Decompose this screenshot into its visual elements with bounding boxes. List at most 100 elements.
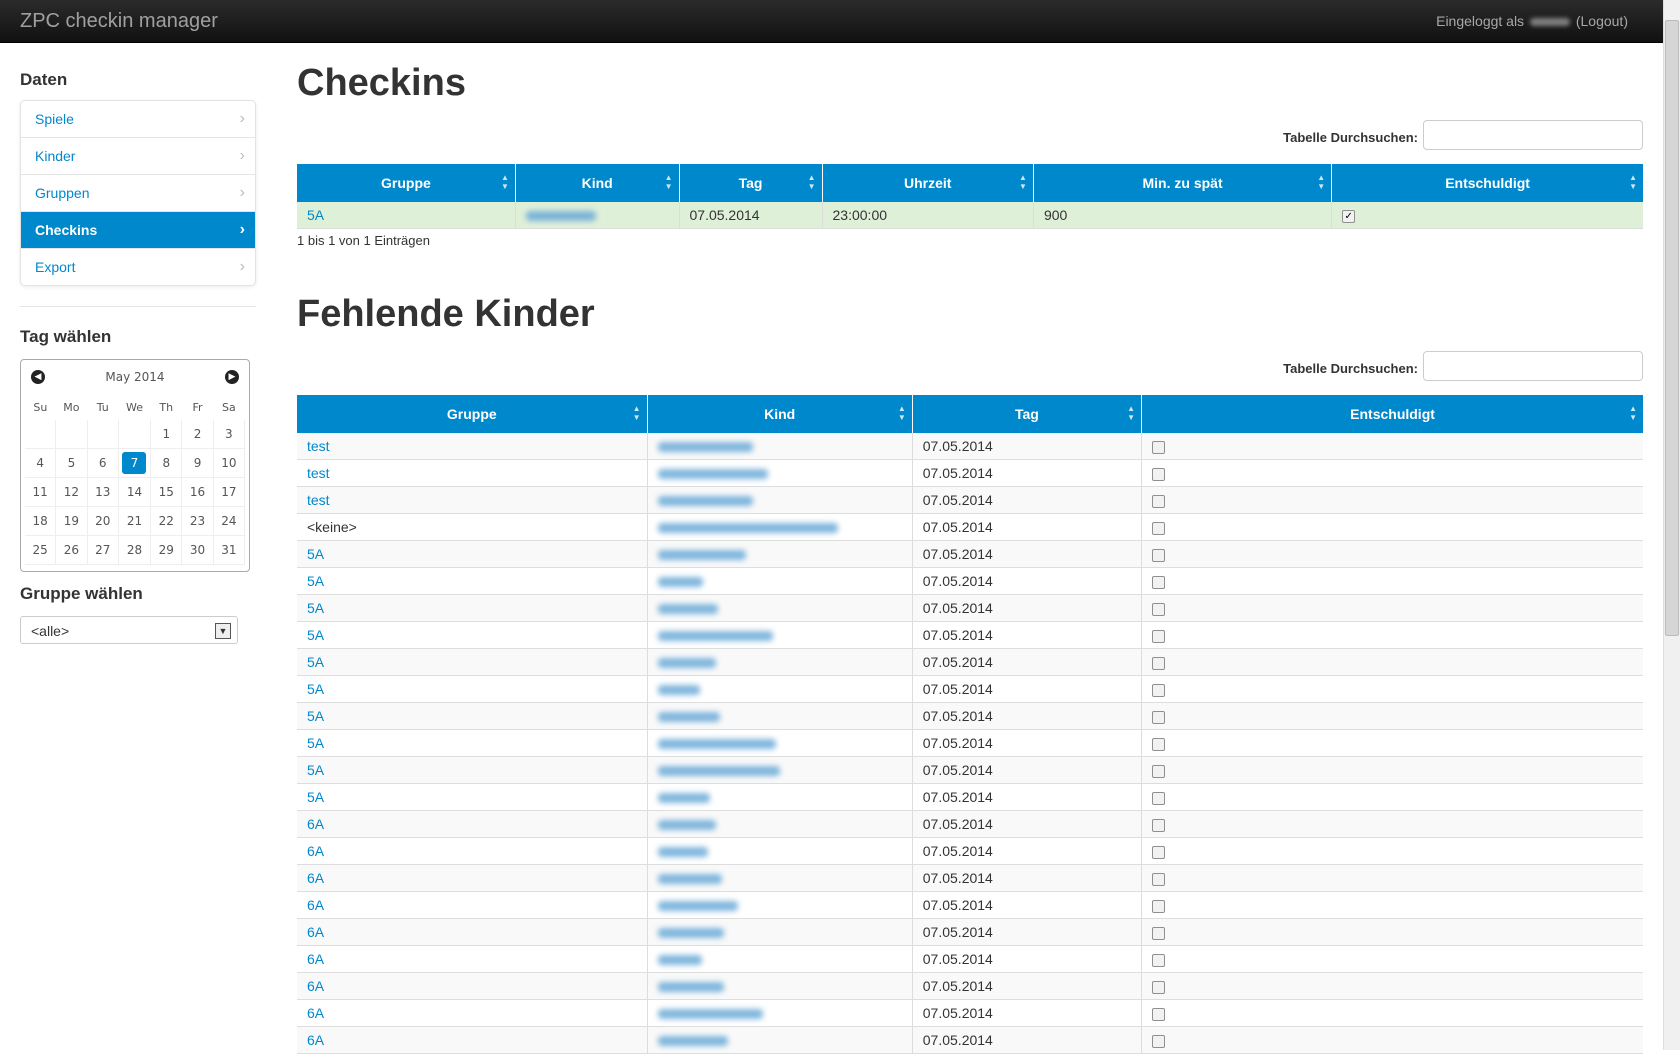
kind-name-redacted[interactable] bbox=[657, 901, 738, 912]
kind-cell[interactable] bbox=[647, 1026, 913, 1054]
excused-checkbox[interactable] bbox=[1152, 737, 1166, 751]
gruppe-cell[interactable]: 5A bbox=[297, 648, 648, 676]
gruppe-cell-text[interactable]: 6A bbox=[307, 870, 324, 886]
calendar-day[interactable]: 27 bbox=[87, 535, 119, 565]
kind-cell[interactable] bbox=[647, 945, 913, 973]
gruppe-cell[interactable]: 5A bbox=[297, 540, 648, 568]
prev-month-icon[interactable]: ◀ bbox=[31, 370, 45, 384]
sort-icon[interactable]: ▲ ▼ bbox=[1317, 173, 1325, 191]
sidebar-item-gruppen[interactable]: Gruppen › bbox=[21, 175, 255, 212]
sort-icon[interactable]: ▲ ▼ bbox=[1629, 173, 1637, 191]
gruppe-cell-text[interactable]: 5A bbox=[307, 708, 324, 724]
excused-checkbox[interactable] bbox=[1152, 872, 1166, 886]
kind-cell[interactable] bbox=[647, 972, 913, 1000]
gruppe-cell-text[interactable]: 5A bbox=[307, 735, 324, 751]
kind-cell[interactable] bbox=[515, 202, 680, 229]
gruppe-cell-text[interactable]: 6A bbox=[307, 816, 324, 832]
calendar-day[interactable]: 15 bbox=[150, 477, 183, 507]
gruppe-cell[interactable]: test bbox=[297, 433, 648, 460]
kind-name-redacted[interactable] bbox=[525, 211, 596, 222]
kind-cell[interactable] bbox=[647, 433, 913, 460]
sort-icon[interactable]: ▲ ▼ bbox=[501, 173, 509, 191]
gruppe-cell[interactable]: 5A bbox=[297, 729, 648, 757]
calendar-day[interactable]: 30 bbox=[181, 535, 214, 565]
calendar-day[interactable]: 3 bbox=[213, 420, 246, 449]
gruppe-cell-text[interactable]: 6A bbox=[307, 843, 324, 859]
kind-name-redacted[interactable] bbox=[657, 496, 753, 507]
kind-cell[interactable] bbox=[647, 594, 913, 622]
gruppe-cell-text[interactable]: 5A bbox=[307, 600, 324, 616]
kind-name-redacted[interactable] bbox=[657, 631, 773, 642]
calendar-day[interactable]: 29 bbox=[150, 535, 183, 565]
excused-checkbox[interactable] bbox=[1152, 629, 1166, 643]
kind-name-redacted[interactable] bbox=[657, 820, 716, 831]
column-header[interactable]: Entschuldigt ▲ ▼ bbox=[1331, 164, 1643, 202]
gruppe-cell-text[interactable]: 6A bbox=[307, 897, 324, 913]
gruppe-cell-text[interactable]: 5A bbox=[307, 546, 324, 562]
column-header[interactable]: Min. zu spät ▲ ▼ bbox=[1033, 164, 1333, 202]
column-header[interactable]: Kind ▲ ▼ bbox=[515, 164, 680, 202]
gruppe-cell[interactable]: 6A bbox=[297, 864, 648, 892]
kind-name-redacted[interactable] bbox=[657, 550, 746, 561]
gruppe-cell[interactable]: 5A bbox=[297, 702, 648, 730]
calendar-day[interactable]: 13 bbox=[87, 477, 119, 507]
group-select[interactable]: <alle> ▼ bbox=[20, 616, 238, 644]
column-header[interactable]: Gruppe ▲ ▼ bbox=[297, 164, 516, 202]
gruppe-cell[interactable]: 5A bbox=[297, 756, 648, 784]
excused-checkbox[interactable] bbox=[1152, 683, 1166, 697]
gruppe-cell-text[interactable]: 5A bbox=[307, 207, 324, 223]
kind-cell[interactable] bbox=[647, 729, 913, 757]
excused-checkbox[interactable] bbox=[1152, 656, 1166, 670]
column-header[interactable]: Entschuldigt ▲ ▼ bbox=[1141, 395, 1643, 433]
sidebar-item-kinder[interactable]: Kinder › bbox=[21, 138, 255, 175]
calendar-day[interactable]: 5 bbox=[55, 448, 88, 478]
calendar-day[interactable]: 28 bbox=[118, 535, 152, 565]
chevron-down-icon[interactable]: ▼ bbox=[215, 623, 231, 639]
gruppe-cell-text[interactable]: 5A bbox=[307, 762, 324, 778]
kind-name-redacted[interactable] bbox=[657, 874, 722, 885]
kind-name-redacted[interactable] bbox=[657, 955, 702, 966]
column-header[interactable]: Kind ▲ ▼ bbox=[647, 395, 913, 433]
gruppe-cell[interactable]: 5A bbox=[297, 675, 648, 703]
excused-checkbox[interactable] bbox=[1152, 521, 1166, 535]
kind-cell[interactable] bbox=[647, 756, 913, 784]
gruppe-cell[interactable]: 5A bbox=[297, 783, 648, 811]
kind-name-redacted[interactable] bbox=[657, 469, 768, 480]
calendar-day[interactable]: 17 bbox=[213, 477, 246, 507]
kind-cell[interactable] bbox=[647, 486, 913, 514]
gruppe-cell-text[interactable]: 5A bbox=[307, 627, 324, 643]
calendar-day[interactable]: 4 bbox=[25, 448, 57, 478]
kind-cell[interactable] bbox=[647, 810, 913, 838]
gruppe-cell-text[interactable]: 6A bbox=[307, 978, 324, 994]
missing-search-input[interactable] bbox=[1423, 351, 1643, 381]
next-month-icon[interactable]: ▶ bbox=[225, 370, 239, 384]
column-header[interactable]: Tag ▲ ▼ bbox=[912, 395, 1143, 433]
sidebar-item-spiele[interactable]: Spiele › bbox=[21, 101, 255, 138]
sort-icon[interactable]: ▲ ▼ bbox=[808, 173, 816, 191]
excused-checkbox[interactable] bbox=[1152, 440, 1166, 454]
excused-checkbox[interactable] bbox=[1152, 548, 1166, 562]
excused-checkbox[interactable] bbox=[1152, 710, 1166, 724]
calendar-day[interactable]: 21 bbox=[118, 506, 152, 536]
gruppe-cell-text[interactable]: 6A bbox=[307, 924, 324, 940]
excused-checkbox[interactable] bbox=[1152, 467, 1166, 481]
kind-name-redacted[interactable] bbox=[657, 712, 720, 723]
kind-cell[interactable] bbox=[647, 621, 913, 649]
kind-name-redacted[interactable] bbox=[657, 658, 716, 669]
gruppe-cell-text[interactable]: 5A bbox=[307, 789, 324, 805]
gruppe-cell[interactable]: test bbox=[297, 486, 648, 514]
calendar-day[interactable]: 14 bbox=[118, 477, 152, 507]
kind-cell[interactable] bbox=[647, 783, 913, 811]
scrollbar-thumb[interactable] bbox=[1665, 20, 1679, 636]
kind-cell[interactable] bbox=[647, 918, 913, 946]
gruppe-cell[interactable]: 5A bbox=[297, 202, 516, 229]
gruppe-cell[interactable]: 6A bbox=[297, 1026, 648, 1054]
gruppe-cell-text[interactable]: 6A bbox=[307, 1032, 324, 1048]
kind-cell[interactable] bbox=[647, 837, 913, 865]
excused-checkbox[interactable] bbox=[1152, 1007, 1166, 1021]
gruppe-cell-text[interactable]: test bbox=[307, 492, 330, 508]
calendar-day[interactable]: 10 bbox=[213, 448, 246, 478]
gruppe-cell[interactable]: 6A bbox=[297, 945, 648, 973]
gruppe-cell-text[interactable]: test bbox=[307, 465, 330, 481]
sort-icon[interactable]: ▲ ▼ bbox=[1629, 404, 1637, 422]
